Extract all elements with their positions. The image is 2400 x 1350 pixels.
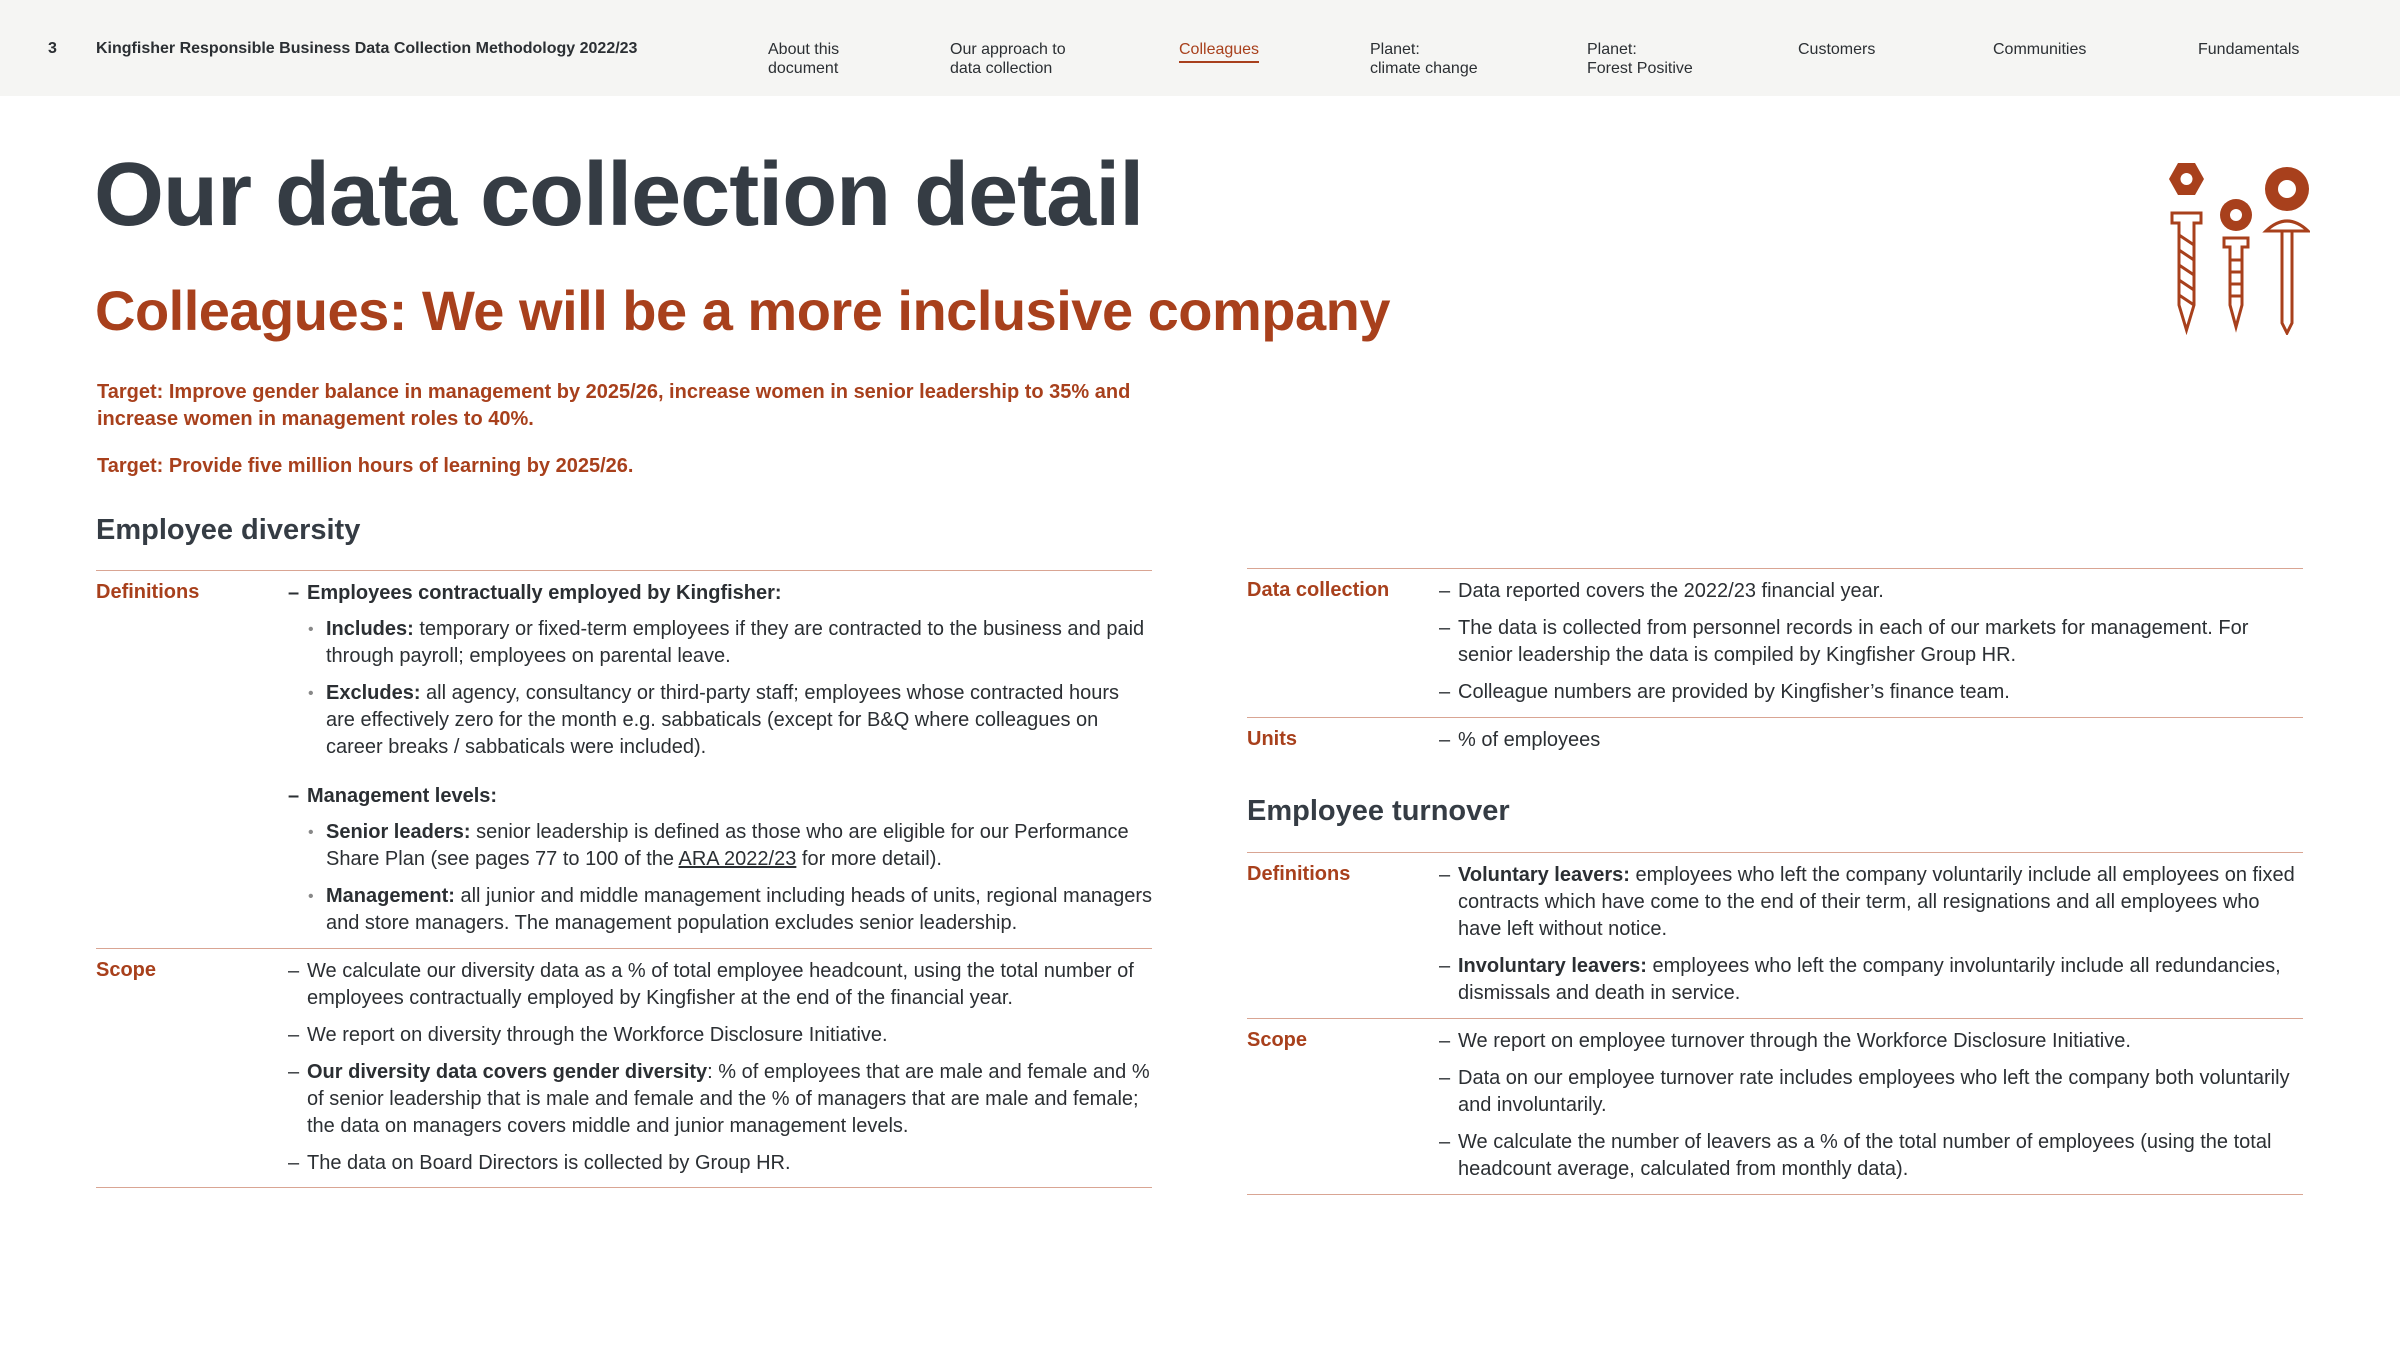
list-item: Involuntary leavers: employees who left … [1439, 953, 2303, 1007]
turnover-definitions-row: Definitions Voluntary leavers: employees… [1247, 852, 2303, 1018]
list-item: Management: all junior and middle manage… [288, 883, 1152, 937]
row-body: Data reported covers the 2022/23 financi… [1439, 578, 2303, 716]
row-body: We calculate our diversity data as a % o… [288, 958, 1152, 1187]
nav-fundamentals[interactable]: Fundamentals [2198, 40, 2299, 59]
row-body: We report on employee turnover through t… [1439, 1028, 2303, 1193]
list-item: The data on Board Directors is collected… [288, 1150, 1152, 1177]
target-gender-balance: Target: Improve gender balance in manage… [97, 381, 1131, 430]
diversity-data-collection-row: Data collection Data reported covers the… [1247, 568, 2303, 717]
list-item: Data on our employee turnover rate inclu… [1439, 1065, 2303, 1119]
row-label: Units [1247, 728, 1297, 750]
page-number: 3 [48, 40, 57, 57]
page-subtitle: Colleagues: We will be a more inclusive … [95, 279, 1391, 342]
ara-link[interactable]: ARA 2022/23 [678, 848, 796, 870]
list-item: Management levels: [288, 783, 1152, 810]
row-label: Data collection [1247, 579, 1390, 601]
nav-planet-forest-positive[interactable]: Planet: Forest Positive [1587, 40, 1693, 78]
nav-customers[interactable]: Customers [1798, 40, 1875, 59]
list-item: We calculate our diversity data as a % o… [288, 958, 1152, 1012]
top-header: 3 Kingfisher Responsible Business Data C… [0, 0, 2400, 96]
list-item: Senior leaders: senior leadership is def… [288, 819, 1152, 873]
diversity-definitions-row: Definitions Employees contractually empl… [96, 570, 1152, 948]
nav-our-approach[interactable]: Our approach to data collection [950, 40, 1066, 78]
list-item: We report on diversity through the Workf… [288, 1022, 1152, 1049]
target-learning-hours: Target: Provide five million hours of le… [97, 455, 634, 477]
row-label: Definitions [96, 581, 200, 603]
list-item: % of employees [1439, 727, 2303, 754]
list-item: Includes: temporary or fixed-term employ… [288, 616, 1152, 670]
nut-and-screws-icon [2169, 163, 2310, 335]
document-title: Kingfisher Responsible Business Data Col… [96, 40, 638, 57]
list-item: We calculate the number of leavers as a … [1439, 1129, 2303, 1183]
row-label: Scope [1247, 1029, 1308, 1051]
list-item: Excludes: all agency, consultancy or thi… [288, 680, 1152, 761]
row-body: Employees contractually employed by King… [288, 580, 1152, 947]
row-label: Scope [96, 959, 157, 981]
nav-planet-climate-change[interactable]: Planet: climate change [1370, 40, 1478, 78]
nav-colleagues[interactable]: Colleagues [1179, 40, 1260, 63]
list-item: Data reported covers the 2022/23 financi… [1439, 578, 2303, 605]
section-employee-diversity: Employee diversity [96, 514, 361, 546]
list-item: Employees contractually employed by King… [288, 580, 1152, 607]
diversity-scope-row: Scope We calculate our diversity data as… [96, 948, 1152, 1188]
list-item: We report on employee turnover through t… [1439, 1028, 2303, 1055]
list-item: Colleague numbers are provided by Kingfi… [1439, 679, 2303, 706]
turnover-scope-row: Scope We report on employee turnover thr… [1247, 1018, 2303, 1195]
nav-communities[interactable]: Communities [1993, 40, 2086, 59]
row-body: Voluntary leavers: employees who left th… [1439, 862, 2303, 1017]
nav-about-this-document[interactable]: About this document [768, 40, 839, 78]
list-item: The data is collected from personnel rec… [1439, 615, 2303, 669]
list-item: Voluntary leavers: employees who left th… [1439, 862, 2303, 943]
row-label: Definitions [1247, 863, 1351, 885]
row-body: % of employees [1439, 727, 2303, 764]
list-item: Our diversity data covers gender diversi… [288, 1059, 1152, 1140]
diversity-units-row: Units % of employees [1247, 717, 2303, 767]
section-employee-turnover: Employee turnover [1247, 795, 1510, 827]
page-title: Our data collection detail [94, 145, 1144, 245]
